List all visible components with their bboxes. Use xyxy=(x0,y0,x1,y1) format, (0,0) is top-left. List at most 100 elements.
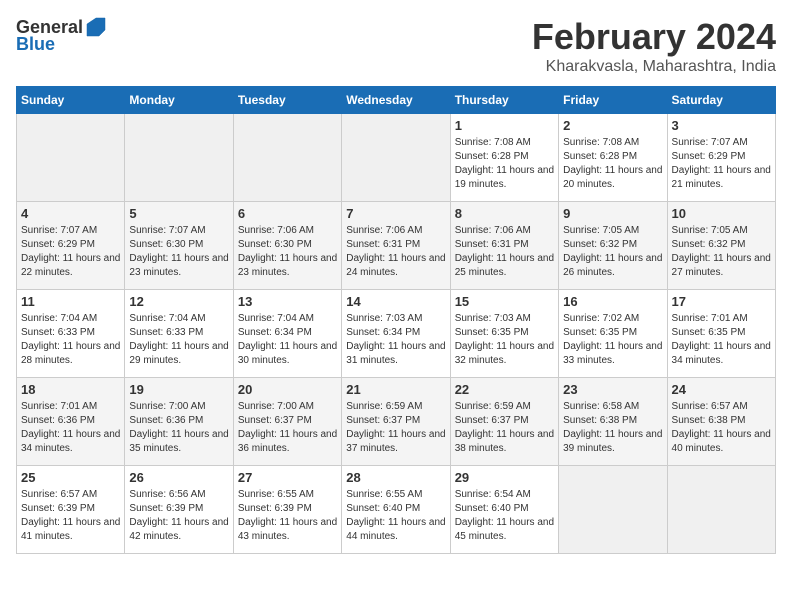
calendar-cell: 4 Sunrise: 7:07 AMSunset: 6:29 PMDaylight… xyxy=(17,202,125,290)
day-info: Sunrise: 7:04 AMSunset: 6:34 PMDaylight:… xyxy=(238,312,337,368)
day-number: 26 xyxy=(129,470,228,485)
day-number: 16 xyxy=(563,294,662,309)
day-number: 17 xyxy=(672,294,771,309)
calendar-cell: 11 Sunrise: 7:04 AMSunset: 6:33 PMDayligh… xyxy=(17,290,125,378)
day-number: 3 xyxy=(672,118,771,133)
calendar-cell: 10 Sunrise: 7:05 AMSunset: 6:32 PMDayligh… xyxy=(667,202,775,290)
day-info: Sunrise: 7:05 AMSunset: 6:32 PMDaylight:… xyxy=(672,224,771,280)
day-info: Sunrise: 7:06 AMSunset: 6:31 PMDaylight:… xyxy=(346,224,445,280)
calendar-cell: 2 Sunrise: 7:08 AMSunset: 6:28 PMDaylight… xyxy=(559,114,667,202)
calendar-cell xyxy=(17,114,125,202)
day-info: Sunrise: 7:07 AMSunset: 6:29 PMDaylight:… xyxy=(21,224,120,280)
calendar-cell: 7Sunrise: 7:06 AMSunset: 6:31 PMDaylight… xyxy=(342,202,450,290)
calendar-cell xyxy=(667,466,775,554)
column-header-tuesday: Tuesday xyxy=(233,87,341,114)
day-number: 21 xyxy=(346,382,445,397)
calendar-cell: 25 Sunrise: 6:57 AMSunset: 6:39 PMDayligh… xyxy=(17,466,125,554)
day-info: Sunrise: 7:03 AMSunset: 6:34 PMDaylight:… xyxy=(346,312,445,368)
calendar-cell: 24 Sunrise: 6:57 AMSunset: 6:38 PMDayligh… xyxy=(667,378,775,466)
day-number: 23 xyxy=(563,382,662,397)
column-header-saturday: Saturday xyxy=(667,87,775,114)
day-number: 11 xyxy=(21,294,120,309)
column-header-monday: Monday xyxy=(125,87,233,114)
calendar-cell: 8 Sunrise: 7:06 AMSunset: 6:31 PMDaylight… xyxy=(450,202,558,290)
day-info: Sunrise: 7:05 AMSunset: 6:32 PMDaylight:… xyxy=(563,224,662,280)
calendar-cell: 19 Sunrise: 7:00 AMSunset: 6:36 PMDayligh… xyxy=(125,378,233,466)
day-info: Sunrise: 7:07 AMSunset: 6:30 PMDaylight:… xyxy=(129,224,228,280)
day-number: 5 xyxy=(129,206,228,221)
day-number: 19 xyxy=(129,382,228,397)
calendar-table: SundayMondayTuesdayWednesdayThursdayFrid… xyxy=(16,86,776,554)
calendar-cell: 20Sunrise: 7:00 AMSunset: 6:37 PMDayligh… xyxy=(233,378,341,466)
calendar-cell: 23 Sunrise: 6:58 AMSunset: 6:38 PMDayligh… xyxy=(559,378,667,466)
calendar-cell: 27Sunrise: 6:55 AMSunset: 6:39 PMDayligh… xyxy=(233,466,341,554)
calendar-cell: 6 Sunrise: 7:06 AMSunset: 6:30 PMDaylight… xyxy=(233,202,341,290)
day-info: Sunrise: 7:08 AMSunset: 6:28 PMDaylight:… xyxy=(563,136,662,192)
column-header-friday: Friday xyxy=(559,87,667,114)
day-number: 13 xyxy=(238,294,337,309)
day-number: 10 xyxy=(672,206,771,221)
day-number: 22 xyxy=(455,382,554,397)
calendar-cell: 14Sunrise: 7:03 AMSunset: 6:34 PMDayligh… xyxy=(342,290,450,378)
day-info: Sunrise: 7:04 AMSunset: 6:33 PMDaylight:… xyxy=(21,312,120,368)
day-number: 27 xyxy=(238,470,337,485)
day-number: 18 xyxy=(21,382,120,397)
calendar-week-row: 18Sunrise: 7:01 AMSunset: 6:36 PMDayligh… xyxy=(17,378,776,466)
day-info: Sunrise: 6:57 AMSunset: 6:39 PMDaylight:… xyxy=(21,488,120,544)
calendar-cell: 3 Sunrise: 7:07 AMSunset: 6:29 PMDaylight… xyxy=(667,114,775,202)
calendar-cell: 5 Sunrise: 7:07 AMSunset: 6:30 PMDaylight… xyxy=(125,202,233,290)
day-info: Sunrise: 7:02 AMSunset: 6:35 PMDaylight:… xyxy=(563,312,662,368)
calendar-cell: 15Sunrise: 7:03 AMSunset: 6:35 PMDayligh… xyxy=(450,290,558,378)
calendar-title: February 2024 xyxy=(532,16,776,58)
calendar-cell: 1Sunrise: 7:08 AMSunset: 6:28 PMDaylight… xyxy=(450,114,558,202)
calendar-cell: 28 Sunrise: 6:55 AMSunset: 6:40 PMDayligh… xyxy=(342,466,450,554)
calendar-cell xyxy=(342,114,450,202)
day-number: 9 xyxy=(563,206,662,221)
day-info: Sunrise: 7:06 AMSunset: 6:31 PMDaylight:… xyxy=(455,224,554,280)
column-header-thursday: Thursday xyxy=(450,87,558,114)
day-info: Sunrise: 6:56 AMSunset: 6:39 PMDaylight:… xyxy=(129,488,228,544)
day-number: 4 xyxy=(21,206,120,221)
day-number: 2 xyxy=(563,118,662,133)
day-number: 25 xyxy=(21,470,120,485)
day-info: Sunrise: 7:03 AMSunset: 6:35 PMDaylight:… xyxy=(455,312,554,368)
calendar-week-row: 4 Sunrise: 7:07 AMSunset: 6:29 PMDaylight… xyxy=(17,202,776,290)
day-info: Sunrise: 7:04 AMSunset: 6:33 PMDaylight:… xyxy=(129,312,228,368)
day-number: 29 xyxy=(455,470,554,485)
day-number: 6 xyxy=(238,206,337,221)
day-number: 28 xyxy=(346,470,445,485)
day-number: 12 xyxy=(129,294,228,309)
day-number: 24 xyxy=(672,382,771,397)
logo-icon xyxy=(85,16,107,38)
logo-blue: Blue xyxy=(16,34,55,55)
day-info: Sunrise: 6:57 AMSunset: 6:38 PMDaylight:… xyxy=(672,400,771,456)
column-header-wednesday: Wednesday xyxy=(342,87,450,114)
logo: General Blue xyxy=(16,16,107,55)
day-info: Sunrise: 7:06 AMSunset: 6:30 PMDaylight:… xyxy=(238,224,337,280)
calendar-week-row: 1Sunrise: 7:08 AMSunset: 6:28 PMDaylight… xyxy=(17,114,776,202)
calendar-cell: 12 Sunrise: 7:04 AMSunset: 6:33 PMDayligh… xyxy=(125,290,233,378)
calendar-cell: 29Sunrise: 6:54 AMSunset: 6:40 PMDayligh… xyxy=(450,466,558,554)
day-info: Sunrise: 7:00 AMSunset: 6:37 PMDaylight:… xyxy=(238,400,337,456)
calendar-cell: 18Sunrise: 7:01 AMSunset: 6:36 PMDayligh… xyxy=(17,378,125,466)
title-block: February 2024 Kharakvasla, Maharashtra, … xyxy=(532,16,776,76)
calendar-cell: 26 Sunrise: 6:56 AMSunset: 6:39 PMDayligh… xyxy=(125,466,233,554)
calendar-cell: 13 Sunrise: 7:04 AMSunset: 6:34 PMDayligh… xyxy=(233,290,341,378)
page-header: General Blue February 2024 Kharakvasla, … xyxy=(16,16,776,76)
calendar-location: Kharakvasla, Maharashtra, India xyxy=(532,58,776,76)
calendar-cell xyxy=(125,114,233,202)
day-info: Sunrise: 7:00 AMSunset: 6:36 PMDaylight:… xyxy=(129,400,228,456)
day-info: Sunrise: 6:58 AMSunset: 6:38 PMDaylight:… xyxy=(563,400,662,456)
calendar-week-row: 25 Sunrise: 6:57 AMSunset: 6:39 PMDayligh… xyxy=(17,466,776,554)
day-number: 8 xyxy=(455,206,554,221)
column-header-sunday: Sunday xyxy=(17,87,125,114)
calendar-cell: 16 Sunrise: 7:02 AMSunset: 6:35 PMDayligh… xyxy=(559,290,667,378)
calendar-header-row: SundayMondayTuesdayWednesdayThursdayFrid… xyxy=(17,87,776,114)
calendar-cell: 17Sunrise: 7:01 AMSunset: 6:35 PMDayligh… xyxy=(667,290,775,378)
day-info: Sunrise: 7:07 AMSunset: 6:29 PMDaylight:… xyxy=(672,136,771,192)
calendar-cell: 22Sunrise: 6:59 AMSunset: 6:37 PMDayligh… xyxy=(450,378,558,466)
day-info: Sunrise: 6:59 AMSunset: 6:37 PMDaylight:… xyxy=(346,400,445,456)
day-info: Sunrise: 6:55 AMSunset: 6:40 PMDaylight:… xyxy=(346,488,445,544)
calendar-cell xyxy=(233,114,341,202)
day-info: Sunrise: 7:08 AMSunset: 6:28 PMDaylight:… xyxy=(455,136,554,192)
